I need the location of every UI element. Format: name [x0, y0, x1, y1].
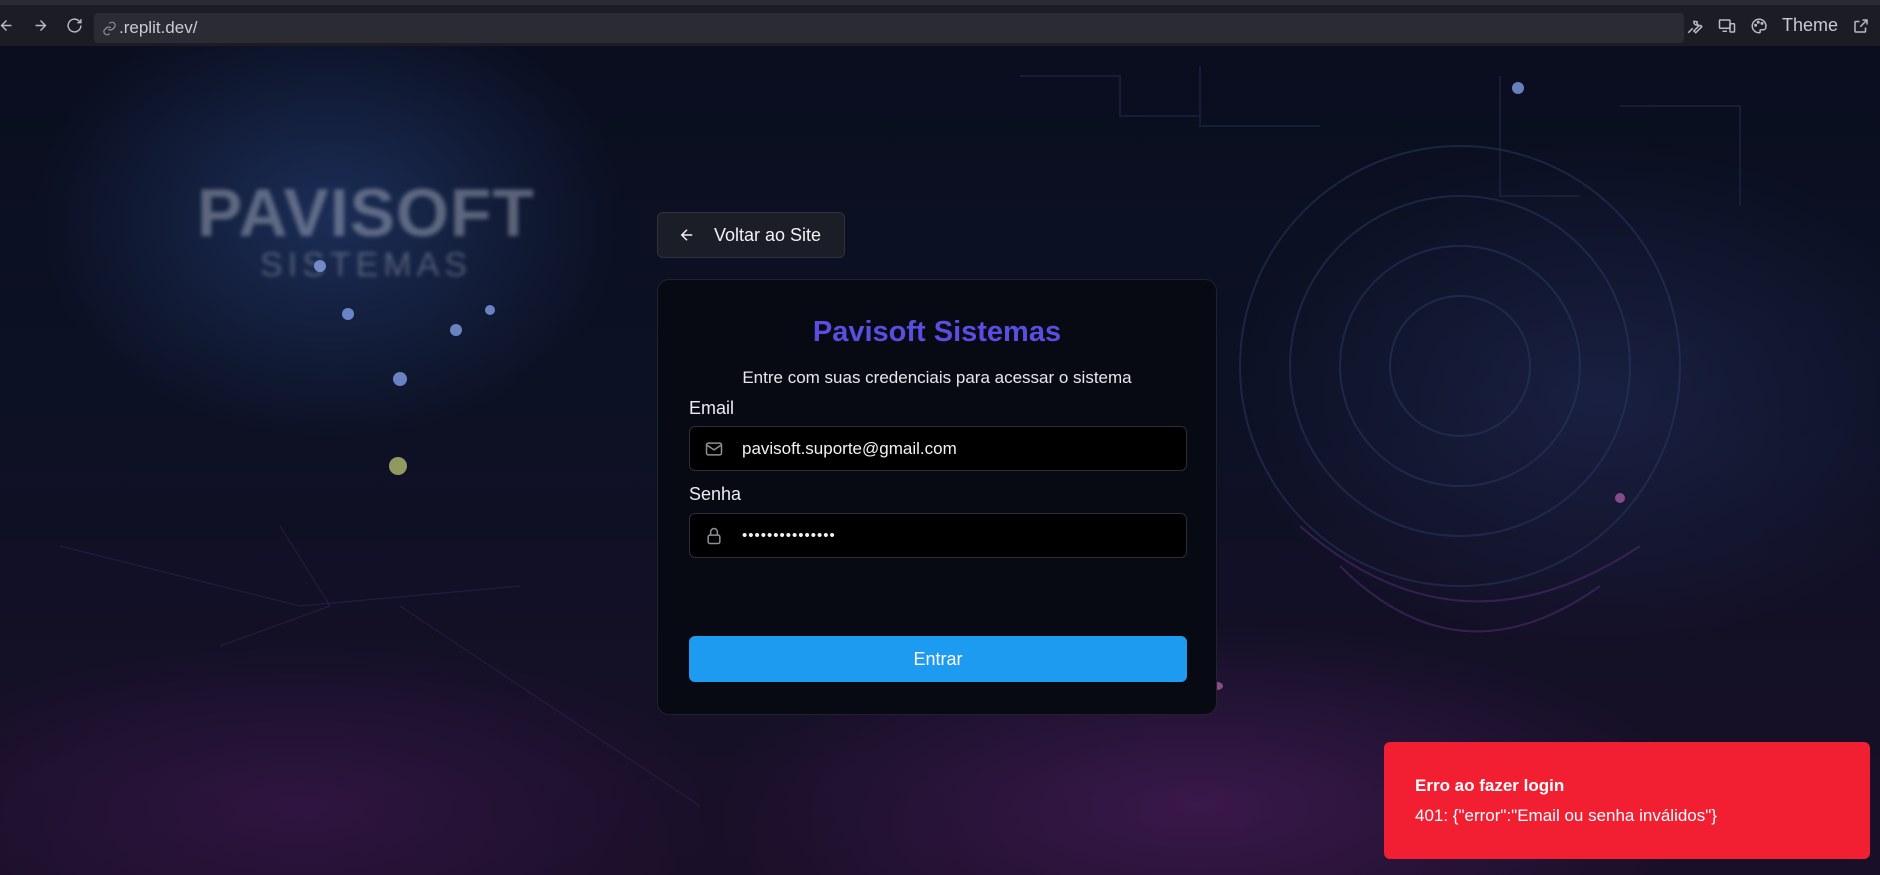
password-field[interactable] [689, 513, 1187, 558]
palette-icon[interactable] [1750, 17, 1768, 35]
toast-message: 401: {"error":"Email ou senha inválidos"… [1415, 806, 1717, 825]
url-text: .replit.dev/ [119, 18, 198, 37]
login-card: Pavisoft Sistemas Entre com suas credenc… [657, 279, 1217, 715]
error-toast[interactable]: Erro ao fazer login 401: {"error":"Email… [1384, 742, 1870, 859]
browser-toolbar: .replit.dev/ Theme [0, 0, 1880, 46]
email-input[interactable] [742, 438, 1182, 459]
toast-title: Erro ao fazer login [1415, 776, 1565, 795]
card-title: Pavisoft Sistemas [812, 316, 1062, 348]
back-to-site-label: Voltar ao Site [714, 224, 822, 245]
link-icon [103, 21, 116, 35]
background-brand-logo: PAVISOFT SISTEMAS [186, 174, 546, 285]
email-field[interactable] [689, 426, 1187, 471]
forward-nav-button[interactable] [28, 14, 52, 38]
card-subtitle: Entre com suas credenciais para acessar … [742, 368, 1132, 387]
theme-button[interactable]: Theme [1782, 15, 1838, 36]
arrow-left-icon [0, 20, 11, 31]
external-link-icon[interactable] [1852, 17, 1870, 35]
address-bar[interactable]: .replit.dev/ [94, 13, 1684, 43]
password-label: Senha [689, 484, 742, 504]
back-to-site-button[interactable]: Voltar ao Site [657, 212, 845, 258]
brand-name: PAVISOFT [197, 175, 535, 251]
reload-button[interactable] [62, 14, 86, 38]
lock-icon [707, 527, 721, 544]
login-submit-button[interactable]: Entrar [689, 636, 1187, 682]
wrench-icon[interactable] [1686, 17, 1704, 35]
arrow-left-icon [680, 229, 693, 241]
back-nav-button[interactable] [0, 14, 18, 38]
password-input[interactable] [742, 527, 1182, 544]
email-label: Email [689, 398, 735, 418]
mail-icon [705, 441, 723, 456]
reload-icon [66, 18, 82, 33]
devices-icon[interactable] [1718, 17, 1736, 35]
arrow-right-icon [35, 20, 46, 31]
